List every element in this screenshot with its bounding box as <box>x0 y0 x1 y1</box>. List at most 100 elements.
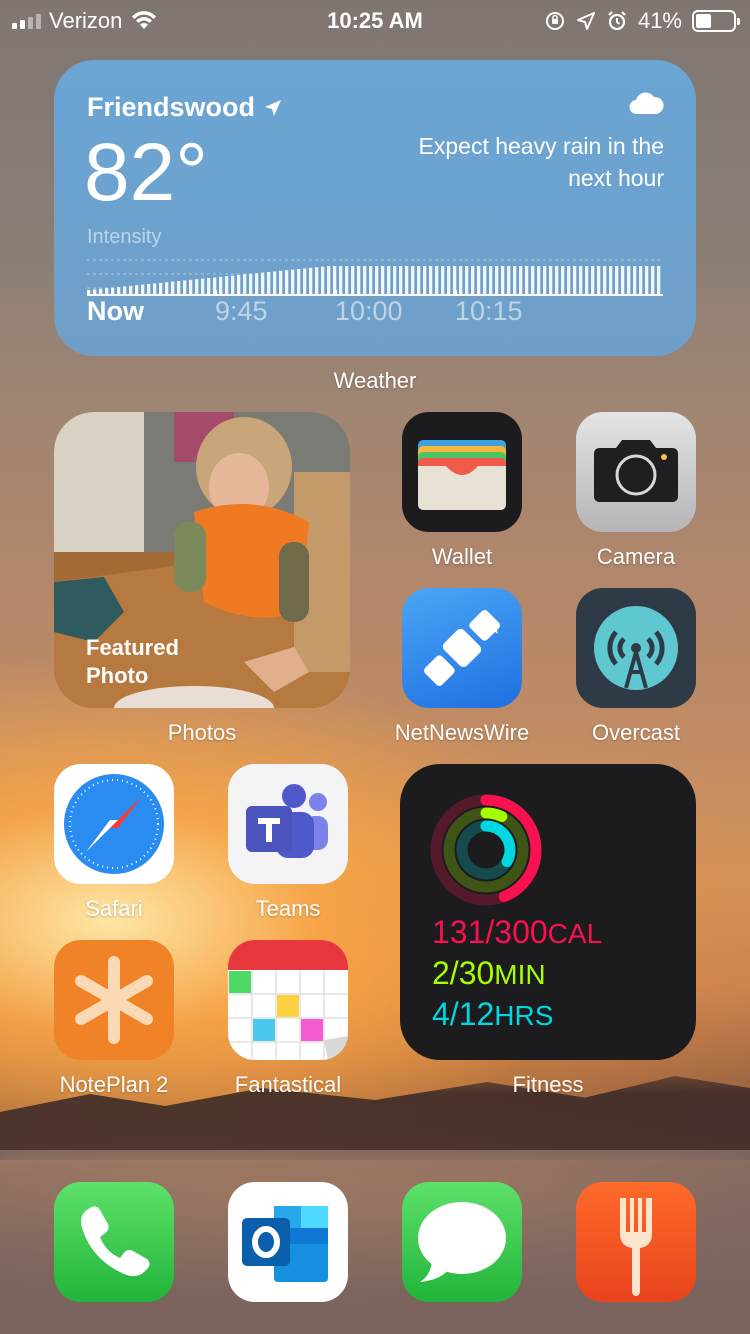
rain-bar <box>327 266 331 294</box>
messages-app-icon[interactable] <box>402 1182 522 1302</box>
rain-bar <box>447 266 451 294</box>
rain-bar <box>639 266 643 294</box>
rain-bar <box>465 266 469 294</box>
phone-app-icon[interactable] <box>54 1182 174 1302</box>
rain-bar <box>423 266 427 294</box>
rain-bar <box>609 266 613 294</box>
camera-app-icon[interactable] <box>576 412 696 532</box>
phone-icon <box>81 1206 150 1277</box>
rain-bar <box>99 288 103 294</box>
wallet-app-icon[interactable] <box>402 412 522 532</box>
rain-bar <box>357 266 361 294</box>
rain-bar <box>513 266 517 294</box>
food-app-icon[interactable] <box>576 1182 696 1302</box>
rain-bar <box>117 287 121 294</box>
move-unit: CAL <box>547 918 603 949</box>
rain-bar <box>189 279 193 294</box>
rain-bar <box>549 266 553 294</box>
exercise-unit: MIN <box>494 959 546 990</box>
time-label: 10:15 <box>455 290 523 327</box>
netnewswire-app-icon[interactable] <box>402 588 522 708</box>
rain-bar <box>597 266 601 294</box>
rain-bar <box>645 266 649 294</box>
noteplan-app-icon[interactable] <box>54 940 174 1060</box>
rain-bar <box>129 285 133 294</box>
rain-bar <box>279 270 283 294</box>
rain-bar <box>501 266 505 294</box>
rain-bar <box>111 287 115 294</box>
stand-stat: 4/12HRS <box>432 996 553 1033</box>
overcast-app-icon[interactable] <box>576 588 696 708</box>
rain-bar <box>165 282 169 294</box>
rain-bar <box>201 278 205 294</box>
rain-bar <box>633 266 637 294</box>
time-label: 9:45 <box>215 290 268 327</box>
rain-bar <box>585 266 589 294</box>
rain-bar <box>147 284 151 294</box>
rain-bar <box>273 271 277 294</box>
fantastical-app-icon[interactable] <box>228 940 348 1060</box>
netnewswire-label: NetNewsWire <box>394 720 530 745</box>
safari-app-icon[interactable] <box>54 764 174 884</box>
rain-bar <box>543 266 547 294</box>
rain-bar <box>219 276 223 294</box>
rain-bar <box>537 266 541 294</box>
rain-bar <box>519 266 523 294</box>
rain-bar <box>627 266 631 294</box>
rain-bar <box>183 280 187 294</box>
compass-icon <box>64 774 164 874</box>
rain-bar <box>261 272 265 294</box>
rain-bar <box>495 266 499 294</box>
rain-bar <box>177 281 181 294</box>
asterisk-icon <box>75 956 153 1044</box>
outlook-app-icon[interactable] <box>228 1182 348 1302</box>
fitness-widget-label: Fitness <box>512 1072 584 1097</box>
rain-bar <box>405 266 409 294</box>
weather-widget[interactable]: Friendswood 82° Expect heavy rain in the… <box>54 60 696 356</box>
rain-bar <box>567 266 571 294</box>
time-label: 10:00 <box>335 290 403 327</box>
rain-bar <box>345 266 349 294</box>
rain-bar <box>525 266 529 294</box>
rain-bar <box>105 288 109 294</box>
wallet-icon <box>418 440 506 510</box>
rain-bar <box>153 283 157 294</box>
fitness-widget[interactable]: 131/300CAL 2/30MIN 4/12HRS <box>400 764 696 1060</box>
rain-bar <box>387 266 391 294</box>
weather-forecast: Expect heavy rain in the next hour <box>418 133 664 191</box>
rain-bar <box>123 286 127 294</box>
rain-bar <box>249 273 253 294</box>
orientation-lock-icon <box>545 12 564 30</box>
rain-bar <box>303 268 307 294</box>
rain-bar <box>255 273 259 294</box>
teams-icon <box>246 784 328 858</box>
teams-app-icon[interactable] <box>228 764 348 884</box>
outlook-icon <box>242 1206 328 1282</box>
rain-bar <box>621 266 625 294</box>
safari-label: Safari <box>85 896 143 921</box>
stand-value: 4/12 <box>432 996 495 1032</box>
rain-bar <box>489 266 493 294</box>
spoon-fork-icon <box>620 1198 652 1296</box>
photos-widget[interactable]: Featured Photo <box>54 412 350 708</box>
rain-bar <box>207 278 211 294</box>
rain-bar <box>339 266 343 294</box>
rain-bar <box>531 266 535 294</box>
time-label-now: Now <box>87 290 144 327</box>
rain-bar <box>477 266 481 294</box>
rain-bar <box>591 266 595 294</box>
cloud-icon <box>629 92 664 115</box>
rain-bar <box>603 266 607 294</box>
noteplan-label: NotePlan 2 <box>59 1072 169 1097</box>
rain-bar <box>237 275 241 294</box>
rain-bar <box>381 266 385 294</box>
rain-bar <box>231 275 235 294</box>
rain-bar <box>651 266 655 294</box>
rain-bar <box>363 266 367 294</box>
messages-icon <box>418 1202 506 1282</box>
rain-bar <box>483 266 487 294</box>
weather-widget-label: Weather <box>333 368 417 393</box>
exercise-value: 2/30 <box>432 955 495 991</box>
rain-bar <box>243 274 247 294</box>
rain-bar <box>561 266 565 294</box>
